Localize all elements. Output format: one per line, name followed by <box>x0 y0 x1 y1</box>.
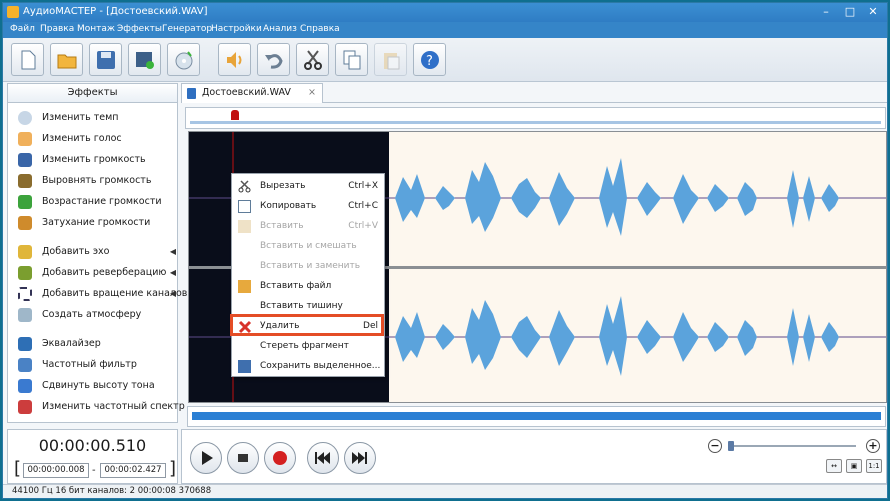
menu-item-insert-silence[interactable]: Вставить тишину <box>232 296 384 316</box>
insert-file-icon <box>238 280 251 293</box>
scissors-icon <box>238 180 251 193</box>
selection-start-field[interactable]: 00:00:00.008 <box>23 463 89 478</box>
fast-forward-button[interactable] <box>344 442 376 474</box>
audio-file-icon <box>187 88 196 99</box>
status-bar: 44100 Гц 16 бит каналов: 2 00:00:08 3706… <box>3 484 887 498</box>
timeline-ruler[interactable] <box>185 107 886 129</box>
context-menu: Вырезать Ctrl+X Копировать Ctrl+C Вставить… <box>231 173 385 377</box>
open-folder-icon[interactable] <box>50 43 83 76</box>
menu-bar: Файл Правка Монтаж Эффекты Генератор Нас… <box>3 22 887 38</box>
playback-speaker-icon[interactable] <box>218 43 251 76</box>
effect-reverb[interactable]: Добавить реверберацию ◀ <box>18 265 176 281</box>
clock-icon <box>18 111 32 125</box>
tab-close-icon[interactable]: × <box>308 84 316 102</box>
menu-generator[interactable]: Генератор <box>162 24 212 34</box>
menu-settings[interactable]: Настройки <box>211 24 262 34</box>
paste-icon <box>238 220 251 233</box>
title-bar: АудиоМАСТЕР - [Достоевский.WAV] – □ ✕ <box>3 3 887 22</box>
range-separator: - <box>92 465 96 476</box>
new-file-icon[interactable] <box>11 43 44 76</box>
stop-button[interactable] <box>227 442 259 474</box>
horizontal-scrollbar[interactable] <box>187 406 886 427</box>
svg-text:?: ? <box>426 54 433 69</box>
effects-panel: Эффекты Изменить темп Изменить голос Изм… <box>7 83 187 423</box>
rewind-button[interactable] <box>307 442 339 474</box>
menu-item-copy[interactable]: Копировать Ctrl+C <box>232 196 384 216</box>
chevron-left-icon: ◀ <box>169 247 176 256</box>
toolbar: ? <box>3 38 887 82</box>
menu-item-paste[interactable]: Вставить Ctrl+V <box>232 216 384 236</box>
volume-icon <box>18 153 32 167</box>
effects-header: Эффекты <box>8 84 177 103</box>
normalize-icon <box>18 174 32 188</box>
fade-out-icon <box>18 216 32 230</box>
minimize-icon[interactable]: – <box>815 4 837 20</box>
menu-item-cut[interactable]: Вырезать Ctrl+X <box>232 176 384 196</box>
filter-icon <box>18 358 32 372</box>
tab-file[interactable]: Достоевский.WAV × <box>181 83 323 103</box>
add-cd-icon[interactable] <box>167 43 200 76</box>
bracket-left: [ <box>14 458 22 479</box>
menu-effects[interactable]: Эффекты <box>117 24 162 34</box>
menu-item-insert-file[interactable]: Вставить файл <box>232 276 384 296</box>
rotation-icon <box>18 287 32 301</box>
zoom-out-icon[interactable]: − <box>708 439 722 453</box>
bracket-right: ] <box>169 458 177 479</box>
menu-file[interactable]: Файл <box>10 24 35 34</box>
menu-montage[interactable]: Монтаж <box>77 24 115 34</box>
undo-icon[interactable] <box>257 43 290 76</box>
zoom-actual-icon[interactable]: 1:1 <box>866 459 882 473</box>
tab-label: Достоевский.WAV <box>202 87 291 98</box>
menu-edit[interactable]: Правка <box>40 24 74 34</box>
atmosphere-icon <box>18 308 32 322</box>
selection-end-field[interactable]: 00:00:02.427 <box>100 463 166 478</box>
reverb-icon <box>18 266 32 280</box>
tab-bar: Достоевский.WAV × <box>181 83 887 103</box>
echo-icon <box>18 245 32 259</box>
fit-width-icon[interactable]: ↔ <box>826 459 842 473</box>
time-panel: 00:00:00.510 [ 00:00:00.008 - 00:00:02.4… <box>7 429 178 484</box>
fade-in-icon <box>18 195 32 209</box>
zoom-slider-thumb[interactable] <box>728 441 734 451</box>
effect-echo[interactable]: Добавить эхо ◀ <box>18 244 176 260</box>
record-button[interactable] <box>264 442 296 474</box>
person-icon <box>18 132 32 146</box>
effect-channel-rotation[interactable]: Добавить вращение каналов ◀ <box>18 286 187 302</box>
save-icon[interactable] <box>89 43 122 76</box>
menu-analysis[interactable]: Анализ <box>263 24 297 34</box>
save-icon <box>238 360 251 373</box>
maximize-icon[interactable]: □ <box>839 4 861 20</box>
menu-item-save-selection[interactable]: Сохранить выделенное... <box>232 356 384 376</box>
playhead-marker[interactable] <box>231 110 239 120</box>
zoom-in-icon[interactable]: + <box>866 439 880 453</box>
menu-item-paste-replace[interactable]: Вставить и заменить <box>232 256 384 276</box>
equalizer-icon <box>18 337 32 351</box>
close-icon[interactable]: ✕ <box>862 4 884 20</box>
menu-item-paste-mix[interactable]: Вставить и смешать <box>232 236 384 256</box>
app-icon <box>7 6 19 18</box>
scrollbar-thumb[interactable] <box>192 412 881 420</box>
menu-help[interactable]: Справка <box>300 24 340 34</box>
delete-highlight-frame <box>230 314 384 336</box>
zoom-slider-track[interactable] <box>728 445 856 447</box>
transport-panel: − + ↔ ▣ 1:1 <box>181 429 887 484</box>
copy-icon[interactable] <box>335 43 368 76</box>
add-video-icon[interactable] <box>128 43 161 76</box>
pitch-icon <box>18 379 32 393</box>
chevron-left-icon: ◀ <box>169 268 176 277</box>
chevron-left-icon: ◀ <box>169 289 176 298</box>
cut-icon[interactable] <box>296 43 329 76</box>
help-icon[interactable]: ? <box>413 43 446 76</box>
paste-icon[interactable] <box>374 43 407 76</box>
app-window: АудиоМАСТЕР - [Достоевский.WAV] – □ ✕ Фа… <box>2 2 888 499</box>
window-title: АудиоМАСТЕР - [Достоевский.WAV] <box>23 6 208 17</box>
copy-icon <box>238 200 251 213</box>
timeline-track <box>190 121 881 124</box>
current-time: 00:00:00.510 <box>38 436 147 455</box>
menu-item-erase-fragment[interactable]: Стереть фрагмент <box>232 336 384 356</box>
spectrum-icon <box>18 400 32 414</box>
zoom-selection-icon[interactable]: ▣ <box>846 459 862 473</box>
play-button[interactable] <box>190 442 222 474</box>
